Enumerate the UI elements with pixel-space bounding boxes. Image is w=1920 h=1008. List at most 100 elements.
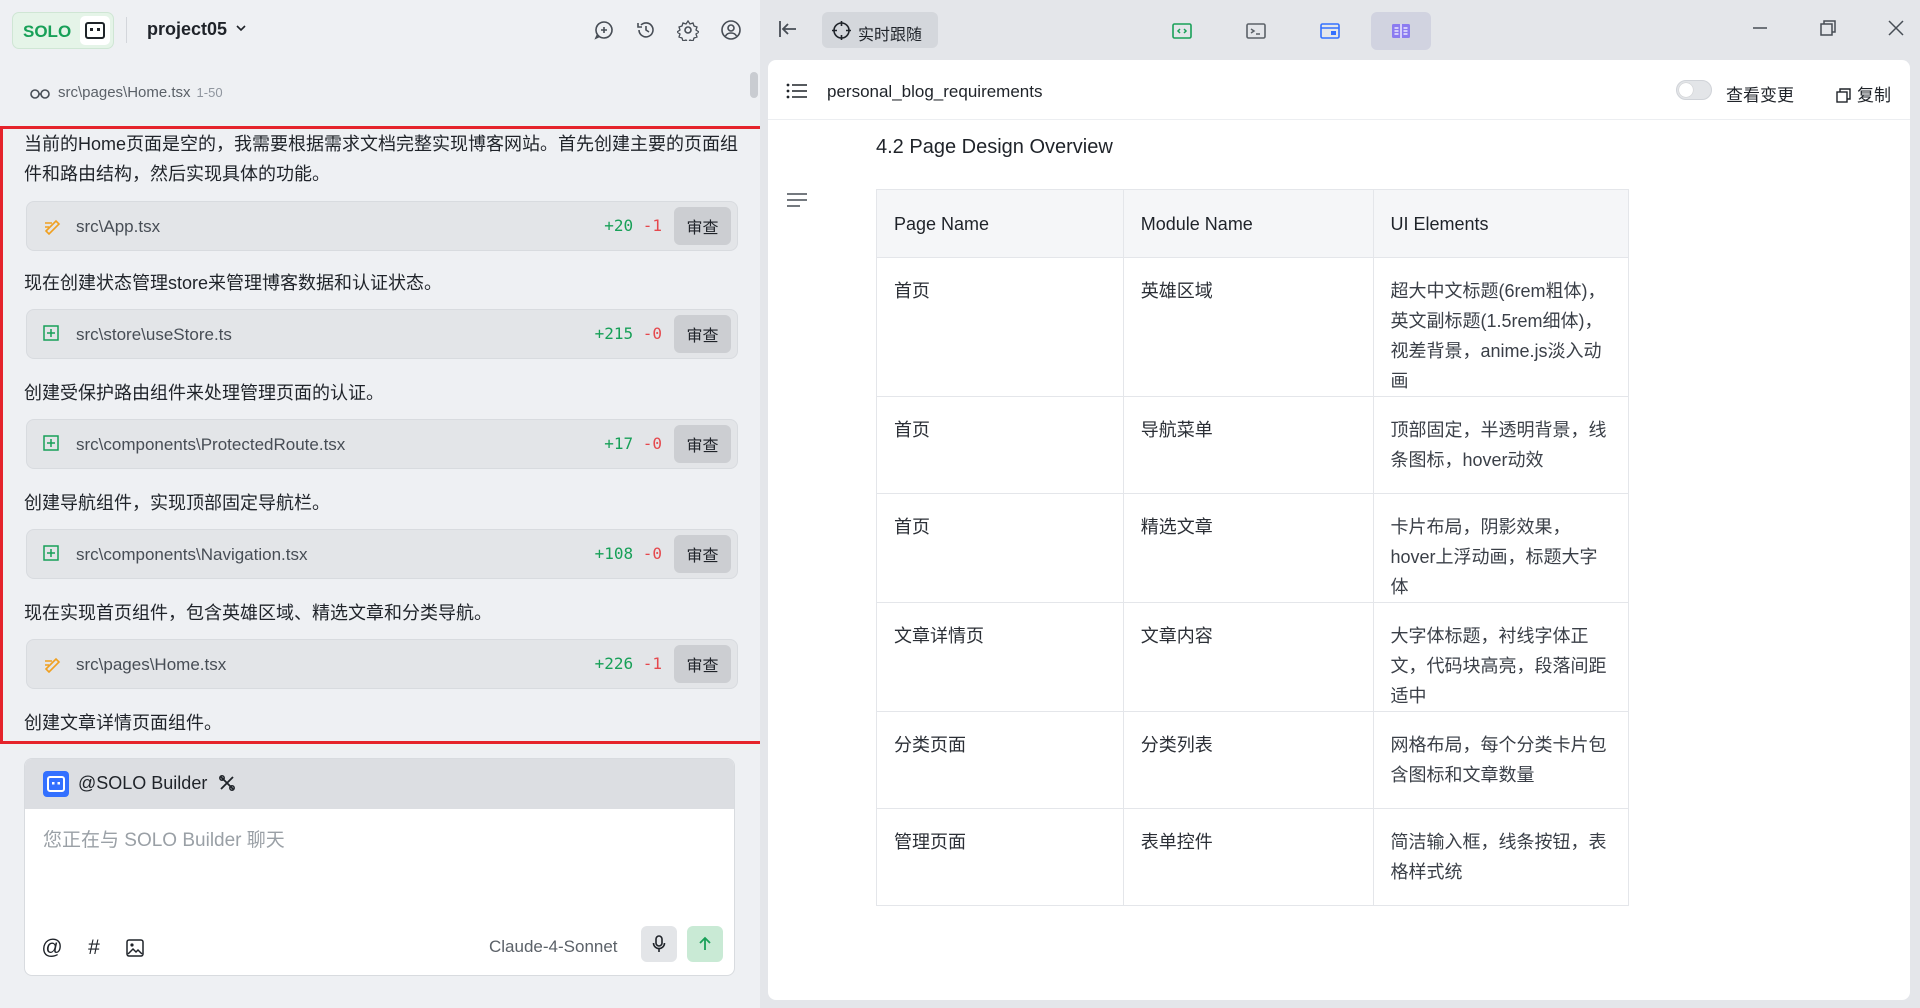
- hashtag-icon[interactable]: #: [81, 935, 107, 961]
- review-button[interactable]: 审查: [674, 425, 731, 463]
- file-change-card[interactable]: src\pages\Home.tsx +226 -1 审查: [26, 639, 738, 689]
- table-cell: 超大中文标题(6rem粗体)，英文副标题(1.5rem细体)，视差背景，anim…: [1372, 257, 1629, 397]
- chat-message-list: 当前的Home页面是空的，我需要根据需求文档完整实现博客网站。首先创建主要的页面…: [0, 126, 776, 744]
- at-mention-icon[interactable]: @: [39, 935, 65, 961]
- code-view-icon[interactable]: [1152, 12, 1212, 50]
- requirements-table: Page Name Module Name UI Elements 首页 英雄区…: [876, 189, 1629, 906]
- agent-name: @SOLO Builder: [78, 773, 208, 793]
- section-heading: 4.2 Page Design Overview: [876, 136, 1113, 158]
- view-changes-toggle[interactable]: [1676, 80, 1712, 100]
- table-cell: 卡片布局，阴影效果，hover上浮动画，标题大字体: [1372, 493, 1629, 603]
- live-follow-label: 实时跟随: [858, 27, 923, 44]
- chat-panel: SOLO project05 src\pages\Home.tsx 1-50 当前…: [0, 0, 776, 1008]
- lines-added: +226: [594, 654, 634, 673]
- copy-label: 复制: [1857, 86, 1891, 105]
- table-header-row: Page Name Module Name UI Elements: [876, 189, 1629, 258]
- review-button[interactable]: 审查: [674, 207, 731, 245]
- solo-brand-badge[interactable]: SOLO: [12, 12, 114, 49]
- diff-stats: +17 -0: [604, 434, 662, 453]
- gear-icon[interactable]: [675, 17, 701, 43]
- chat-message: 当前的Home页面是空的，我需要根据需求文档完整实现博客网站。首先创建主要的页面…: [24, 134, 739, 184]
- file-change-card[interactable]: src\store\useStore.ts +215 -0 审查: [26, 309, 738, 359]
- table-row: 分类页面 分类列表 网格布局，每个分类卡片包含图标和文章数量: [876, 711, 1629, 809]
- file-name: src\App.tsx: [76, 217, 161, 236]
- microphone-icon[interactable]: [641, 926, 677, 962]
- table-cell: 文章详情页: [876, 602, 1124, 712]
- lines-added: +215: [594, 324, 634, 343]
- lines-removed: -1: [642, 216, 662, 235]
- close-icon[interactable]: [1884, 16, 1908, 45]
- lines-removed: -0: [642, 544, 662, 563]
- new-chat-icon[interactable]: [591, 17, 617, 43]
- chevron-down-icon[interactable]: [234, 21, 248, 40]
- file-reference-range: 1-50: [196, 85, 223, 100]
- browser-preview-icon[interactable]: [1300, 12, 1360, 50]
- user-avatar-icon[interactable]: [718, 17, 744, 43]
- table-cell: 首页: [876, 396, 1124, 494]
- brand-label: SOLO: [23, 22, 72, 41]
- table-cell: 分类页面: [876, 711, 1124, 809]
- lines-removed: -0: [642, 324, 662, 343]
- table-row: 首页 导航菜单 顶部固定，半透明背景，线条图标，hover动效: [876, 396, 1629, 494]
- table-cell: 文章内容: [1122, 602, 1374, 712]
- crosshair-icon: [832, 21, 851, 40]
- right-toolbar: 实时跟随: [760, 0, 1920, 60]
- view-changes-label[interactable]: 查看变更: [1726, 81, 1794, 106]
- table-row: 首页 英雄区域 超大中文标题(6rem粗体)，英文副标题(1.5rem细体)，视…: [876, 257, 1629, 397]
- copy-button[interactable]: 复制: [1836, 81, 1891, 106]
- arrow-up-icon: [699, 936, 711, 950]
- lines-added: +20: [604, 216, 634, 235]
- chat-input[interactable]: 您正在与 SOLO Builder 聊天: [43, 825, 285, 852]
- list-icon[interactable]: [786, 82, 808, 105]
- file-name: src\pages\Home.tsx: [76, 655, 227, 674]
- table-cell: 导航菜单: [1122, 396, 1374, 494]
- column-header: UI Elements: [1372, 189, 1629, 258]
- review-button[interactable]: 审查: [674, 645, 731, 683]
- document-view-icon[interactable]: [1371, 12, 1431, 50]
- history-icon[interactable]: [633, 17, 659, 43]
- table-cell: 管理页面: [876, 808, 1124, 906]
- document-title: personal_blog_requirements: [827, 82, 1043, 101]
- review-button[interactable]: 审查: [674, 535, 731, 573]
- table-cell: 表单控件: [1122, 808, 1374, 906]
- tools-icon: [218, 774, 236, 797]
- terminal-icon[interactable]: [1226, 12, 1286, 50]
- file-change-card[interactable]: src\App.tsx +20 -1 审查: [26, 201, 738, 251]
- table-cell: 顶部固定，半透明背景，线条图标，hover动效: [1372, 396, 1629, 494]
- model-selector[interactable]: Claude-4-Sonnet: [489, 937, 618, 957]
- diff-stats: +108 -0: [595, 544, 662, 563]
- chat-message: 现在创建状态管理store来管理博客数据和认证状态。: [24, 273, 443, 293]
- file-change-card[interactable]: src\components\ProtectedRoute.tsx +17 -0…: [26, 419, 738, 469]
- table-cell: 首页: [876, 493, 1124, 603]
- restore-icon[interactable]: [1816, 16, 1840, 45]
- toggle-knob: [1679, 83, 1693, 97]
- minimize-icon[interactable]: [1748, 16, 1772, 45]
- lines-removed: -1: [642, 654, 662, 673]
- collapse-left-icon[interactable]: [776, 17, 800, 46]
- lines-added: +17: [604, 434, 634, 453]
- diff-stats: +20 -1: [604, 216, 662, 235]
- new-file-icon: [43, 325, 59, 346]
- divider: [126, 17, 127, 43]
- robot-icon: [80, 16, 110, 45]
- live-follow-button[interactable]: 实时跟随: [822, 12, 938, 48]
- table-row: 管理页面 表单控件 简洁输入框，线条按钮，表格样式统: [876, 808, 1629, 906]
- glasses-icon: [30, 89, 50, 99]
- file-reference[interactable]: src\pages\Home.tsx 1-50: [30, 84, 223, 101]
- edit-icon: [43, 655, 63, 678]
- chat-message: 创建文章详情页面组件。: [24, 713, 222, 733]
- file-name: src\components\Navigation.tsx: [76, 545, 308, 564]
- file-change-card[interactable]: src\components\Navigation.tsx +108 -0 审查: [26, 529, 738, 579]
- new-file-icon: [43, 435, 59, 456]
- send-button[interactable]: [687, 926, 723, 962]
- scrollbar[interactable]: [750, 72, 758, 98]
- table-cell: 首页: [876, 257, 1124, 397]
- image-icon[interactable]: [122, 935, 148, 961]
- project-name[interactable]: project05: [147, 19, 227, 40]
- column-header: Page Name: [876, 189, 1124, 258]
- review-button[interactable]: 审查: [674, 315, 731, 353]
- document-viewer: personal_blog_requirements 查看变更 复制 4.2 P…: [768, 60, 1910, 1000]
- edit-icon: [43, 217, 63, 240]
- outline-icon[interactable]: [786, 192, 808, 213]
- table-cell: 英雄区域: [1122, 257, 1374, 397]
